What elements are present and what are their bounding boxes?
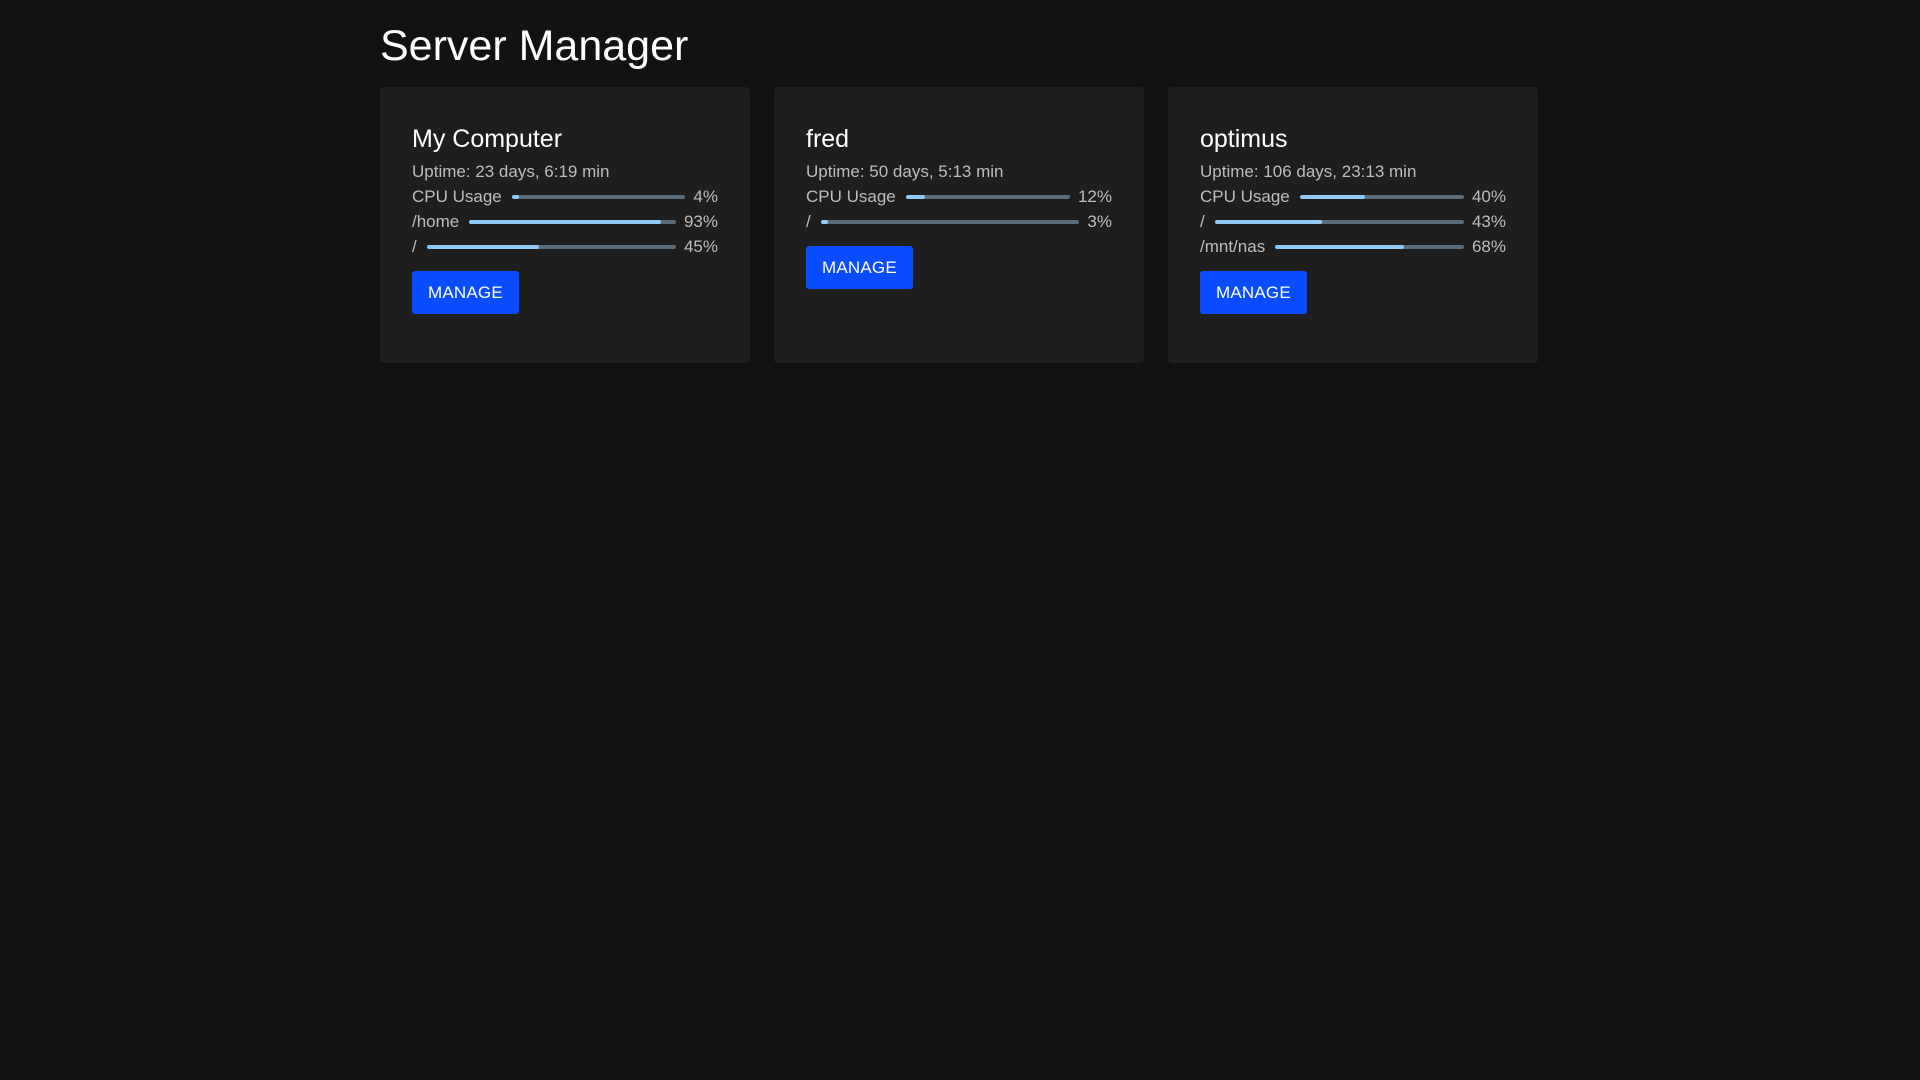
progress-bar: [1275, 244, 1464, 249]
metric-row: CPU Usage 12%: [806, 184, 1112, 209]
metric-value: 4%: [693, 186, 718, 206]
metric-label: /mnt/nas: [1200, 236, 1266, 256]
progress-bar-fill: [905, 194, 926, 199]
server-card: My Computer Uptime: 23 days, 6:19 min CP…: [380, 87, 750, 363]
server-name: My Computer: [412, 125, 563, 153]
manage-button[interactable]: MANAGE: [806, 246, 913, 289]
metric-value: 43%: [1471, 211, 1506, 231]
metric-label: CPU Usage: [412, 186, 502, 206]
server-uptime: Uptime: 23 days, 6:19 min: [412, 162, 610, 181]
server-cards: My Computer Uptime: 23 days, 6:19 min CP…: [380, 87, 1538, 363]
metric-label: /: [412, 236, 417, 256]
metric-value: 68%: [1471, 236, 1506, 256]
progress-bar-fill: [1214, 219, 1322, 224]
progress-bar-fill: [1275, 244, 1404, 249]
metric-value: 93%: [683, 211, 718, 231]
manage-button[interactable]: MANAGE: [1200, 271, 1307, 314]
metric-row: /home 93%: [412, 209, 718, 234]
metric-label: CPU Usage: [1200, 186, 1290, 206]
metric-value: 12%: [1077, 186, 1112, 206]
metric-label: /: [806, 211, 811, 231]
server-card: fred Uptime: 50 days, 5:13 min CPU Usage…: [774, 87, 1144, 363]
page-title: Server Manager: [380, 22, 689, 70]
metric-row: /mnt/nas 68%: [1200, 234, 1506, 259]
metric-row: CPU Usage 40%: [1200, 184, 1506, 209]
metric-value: 3%: [1087, 211, 1112, 231]
metric-label: /: [1200, 211, 1205, 231]
metric-label: /home: [412, 211, 460, 231]
progress-bar-fill: [820, 219, 829, 224]
metric-value: 40%: [1471, 186, 1506, 206]
progress-bar: [1299, 194, 1464, 199]
server-uptime: Uptime: 106 days, 23:13 min: [1200, 162, 1417, 181]
progress-bar: [1214, 219, 1464, 224]
progress-bar: [820, 219, 1080, 224]
progress-bar-fill: [1299, 194, 1366, 199]
progress-bar: [426, 244, 676, 249]
server-uptime: Uptime: 50 days, 5:13 min: [806, 162, 1004, 181]
metric-row: / 3%: [806, 209, 1112, 234]
server-name: fred: [806, 125, 850, 153]
progress-bar-fill: [469, 219, 662, 224]
progress-bar-fill: [511, 194, 519, 199]
server-name: optimus: [1200, 125, 1288, 153]
progress-bar-fill: [426, 244, 539, 249]
metric-value: 45%: [683, 236, 718, 256]
progress-bar: [905, 194, 1070, 199]
progress-bar: [511, 194, 686, 199]
metric-row: CPU Usage 4%: [412, 184, 718, 209]
metric-label: CPU Usage: [806, 186, 896, 206]
manage-button[interactable]: MANAGE: [412, 271, 519, 314]
server-card: optimus Uptime: 106 days, 23:13 min CPU …: [1168, 87, 1538, 363]
progress-bar: [469, 219, 676, 224]
metric-row: / 43%: [1200, 209, 1506, 234]
metric-row: / 45%: [412, 234, 718, 259]
